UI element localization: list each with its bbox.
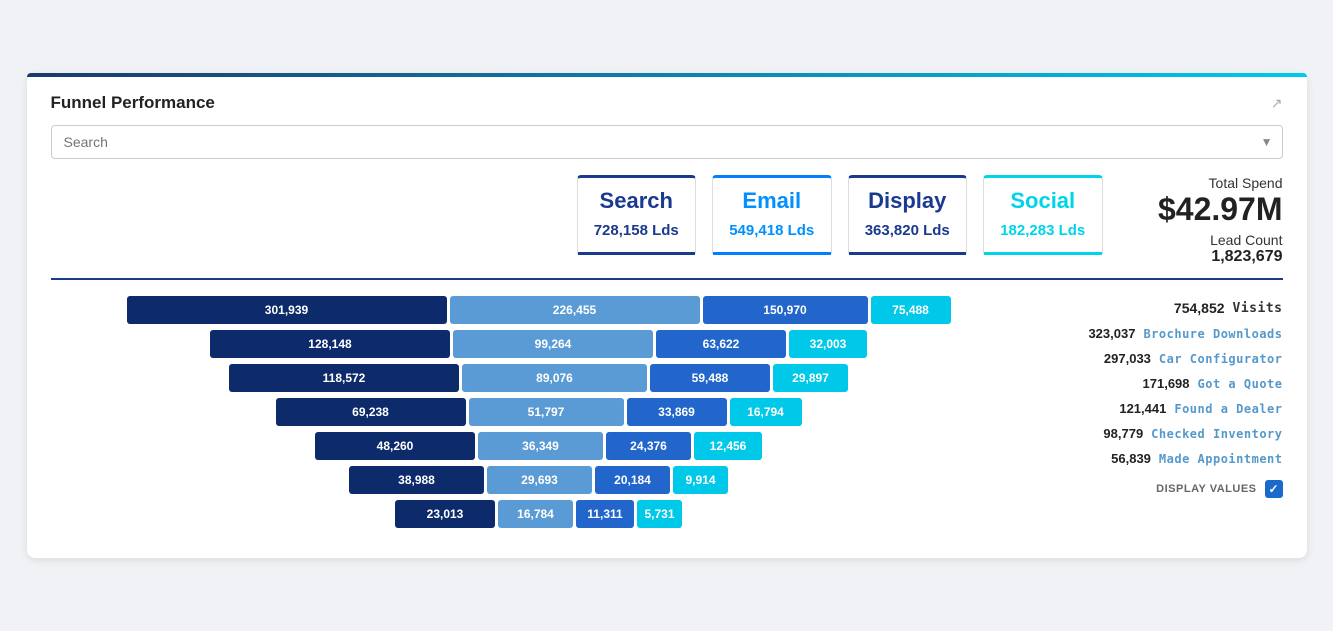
channel-name-display: Display [849,188,967,214]
expand-icon[interactable]: ↗ [1271,95,1283,112]
metric-label: Found a Dealer [1174,402,1282,416]
funnel-bar: 59,488 [650,364,770,392]
funnel-bar: 75,488 [871,296,951,324]
channel-name-email: Email [713,188,831,214]
metric-value: 754,852 [1165,300,1225,316]
channel-leads-display: 363,820 Lds [849,222,967,239]
bar-row: 38,98829,69320,1849,914 [51,466,1027,494]
metric-label: Visits [1233,301,1283,316]
search-bar: ▼ [51,125,1283,159]
metric-row: 297,033 Car Configurator [1043,347,1283,370]
bar-row: 48,26036,34924,37612,456 [51,432,1027,460]
channel-tab-display[interactable]: Display 363,820 Lds [848,175,968,254]
funnel-bar: 226,455 [450,296,700,324]
metric-row: 56,839 Made Appointment [1043,447,1283,470]
metric-label: Car Configurator [1159,352,1283,366]
funnel-bar: 33,869 [627,398,727,426]
display-values-checkbox[interactable] [1265,480,1283,498]
metric-value: 297,033 [1091,351,1151,366]
total-spend-label: Total Spend [1119,175,1283,191]
funnel-bar: 63,622 [656,330,786,358]
funnel-bar: 24,376 [606,432,691,460]
channel-leads-social: 182,283 Lds [984,222,1102,239]
metric-value: 121,441 [1106,401,1166,416]
funnel-bar: 51,797 [469,398,624,426]
metric-label: Got a Quote [1198,377,1283,391]
funnel-bar: 16,794 [730,398,802,426]
funnel-bar: 23,013 [395,500,495,528]
metric-value: 171,698 [1130,376,1190,391]
funnel-bar: 36,349 [478,432,603,460]
metric-row: 98,779 Checked Inventory [1043,422,1283,445]
funnel-bar: 118,572 [229,364,459,392]
channel-tab-email[interactable]: Email 549,418 Lds [712,175,832,254]
funnel-performance-card: Funnel Performance ↗ ▼ Search 728,158 Lds… [27,73,1307,558]
funnel-bar: 150,970 [703,296,868,324]
funnel-bar: 69,238 [276,398,466,426]
channel-name-social: Social [984,188,1102,214]
channel-tabs: Search 728,158 Lds Email 549,418 Lds Display… [577,175,1103,254]
funnel-bar: 12,456 [694,432,762,460]
section-divider [51,278,1283,280]
funnel-bar: 128,148 [210,330,450,358]
funnel-bar: 301,939 [127,296,447,324]
total-panel: Total Spend $42.97M Lead Count 1,823,679 [1103,175,1283,266]
bar-row: 128,14899,26463,62232,003 [51,330,1027,358]
bar-row: 301,939226,455150,97075,488 [51,296,1027,324]
bar-row: 23,01316,78411,3115,731 [51,500,1027,528]
dropdown-arrow-icon: ▼ [1261,135,1273,149]
total-spend-value: $42.97M [1119,191,1283,228]
funnel-bar: 89,076 [462,364,647,392]
metric-label: Checked Inventory [1151,427,1282,441]
funnel-bar: 99,264 [453,330,653,358]
channel-leads-search: 728,158 Lds [578,222,696,239]
card-header: Funnel Performance ↗ [51,93,1283,113]
lead-count-value: 1,823,679 [1119,248,1283,266]
bar-row: 118,57289,07659,48829,897 [51,364,1027,392]
metric-label: Brochure Downloads [1143,327,1282,341]
page-title: Funnel Performance [51,93,215,113]
display-values-label: DISPLAY VALUES [1156,483,1256,495]
metric-value: 98,779 [1083,426,1143,441]
search-input[interactable] [51,125,1283,159]
metric-row: 171,698 Got a Quote [1043,372,1283,395]
funnel-bar: 32,003 [789,330,867,358]
metric-value: 323,037 [1075,326,1135,341]
funnel-bar: 5,731 [637,500,682,528]
metrics-section: 754,852 Visits 323,037 Brochure Downloads 29… [1043,296,1283,534]
bars-section: 301,939226,455150,97075,488 128,14899,264… [51,296,1027,534]
metric-row: 754,852 Visits [1043,296,1283,320]
bar-row: 69,23851,79733,86916,794 [51,398,1027,426]
funnel-bar: 29,693 [487,466,592,494]
funnel-bar: 9,914 [673,466,728,494]
display-values-row: DISPLAY VALUES [1043,480,1283,498]
channel-tab-search[interactable]: Search 728,158 Lds [577,175,697,254]
top-accent-bar [27,73,1307,77]
funnel-bar: 16,784 [498,500,573,528]
funnel-bar: 48,260 [315,432,475,460]
metric-value: 56,839 [1091,451,1151,466]
lead-count-label: Lead Count [1119,232,1283,248]
metric-label: Made Appointment [1159,452,1283,466]
channel-leads-email: 549,418 Lds [713,222,831,239]
metric-row: 323,037 Brochure Downloads [1043,322,1283,345]
funnel-bar: 11,311 [576,500,634,528]
funnel-bar: 20,184 [595,466,670,494]
channel-name-search: Search [578,188,696,214]
funnel-bar: 38,988 [349,466,484,494]
funnel-area: 301,939226,455150,97075,488 128,14899,264… [51,296,1283,534]
funnel-bar: 29,897 [773,364,848,392]
channel-tab-social[interactable]: Social 182,283 Lds [983,175,1103,254]
metric-row: 121,441 Found a Dealer [1043,397,1283,420]
